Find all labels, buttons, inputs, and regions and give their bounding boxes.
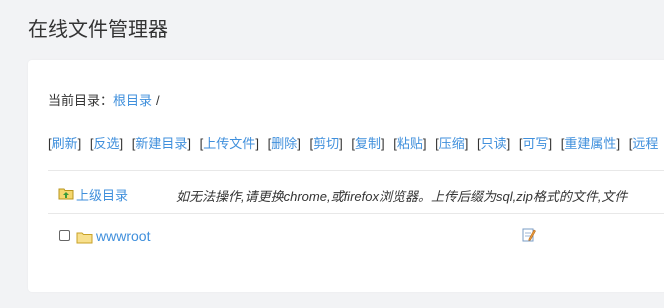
toolbar: [刷新] [反选] [新建目录] [上传文件] [删除] [剪切] [复制] [… <box>48 133 663 152</box>
toolbar-paste[interactable]: [粘贴] <box>393 136 426 151</box>
breadcrumb-separator: / <box>156 93 160 108</box>
toolbar-new-directory[interactable]: [新建目录] <box>132 136 191 151</box>
parent-directory-label: 上级目录 <box>76 188 129 203</box>
folder-up-icon <box>58 186 74 203</box>
toolbar-invert-selection[interactable]: [反选] <box>90 136 123 151</box>
directory-name-link[interactable]: wwwroot <box>96 228 150 244</box>
breadcrumb: 当前目录：根目录 / <box>48 90 160 109</box>
folder-icon <box>76 231 93 247</box>
toolbar-cut[interactable]: [剪切] <box>309 136 342 151</box>
row-checkbox[interactable] <box>59 230 70 241</box>
toolbar-refresh[interactable]: [刷新] <box>48 136 81 151</box>
file-manager-panel: 当前目录：根目录 / [刷新] [反选] [新建目录] [上传文件] [删除] [… <box>28 60 664 292</box>
breadcrumb-root-link[interactable]: 根目录 <box>113 93 152 108</box>
toolbar-rebuild-attributes[interactable]: [重建属性] <box>561 136 620 151</box>
edit-icon[interactable] <box>522 227 536 246</box>
browser-notice: 如无法操作,请更换chrome,或firefox浏览器。上传后缀为sql,zip… <box>176 189 628 204</box>
toolbar-copy[interactable]: [复制] <box>351 136 384 151</box>
divider <box>48 213 664 214</box>
toolbar-compress[interactable]: [压缩] <box>435 136 468 151</box>
parent-directory-link[interactable]: 上级目录 <box>58 185 128 204</box>
toolbar-readonly[interactable]: [只读] <box>477 136 510 151</box>
toolbar-delete[interactable]: [删除] <box>268 136 301 151</box>
breadcrumb-label: 当前目录： <box>48 93 114 108</box>
divider <box>48 170 664 171</box>
toolbar-remote[interactable]: [远程 <box>629 136 659 151</box>
parent-directory-row: 上级目录 如无法操作,请更换chrome,或firefox浏览器。上传后缀为sq… <box>48 184 664 204</box>
toolbar-upload-file[interactable]: [上传文件] <box>200 136 259 151</box>
file-row: wwwroot <box>48 227 664 247</box>
toolbar-writable[interactable]: [可写] <box>519 136 552 151</box>
page-title: 在线文件管理器 <box>28 19 168 41</box>
